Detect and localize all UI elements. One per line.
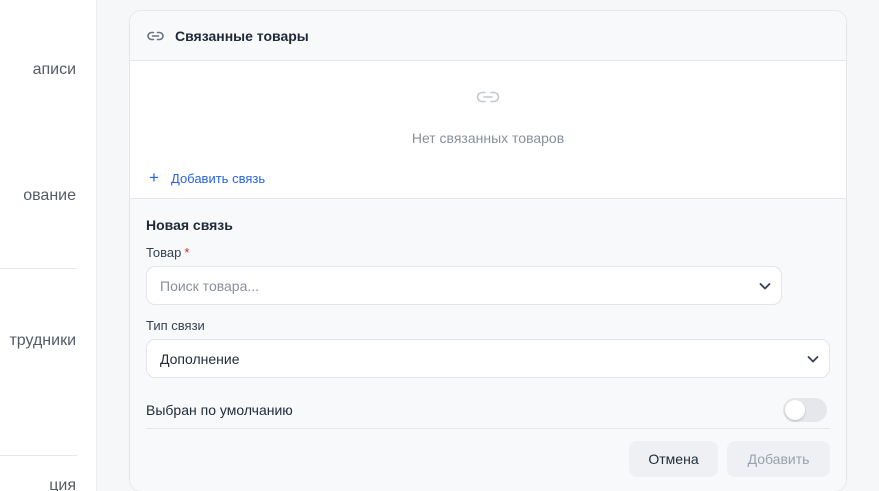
product-field-label: Товар * [146,245,189,260]
required-mark: * [184,245,190,260]
panel-header: Связанные товары [130,11,846,61]
form-divider [146,428,830,429]
panel-title: Связанные товары [175,27,309,44]
sidebar-item-employees[interactable]: трудники [9,332,76,350]
product-search-placeholder: Поиск товара... [160,277,260,294]
new-link-form: Новая связь Товар * Поиск товара... Тип с… [130,198,846,491]
link-type-label: Тип связи [146,318,205,333]
empty-state: Нет связанных товаров + Добавить связь [130,61,846,198]
sidebar-divider [0,455,77,456]
add-link-button[interactable]: + Добавить связь [149,168,266,187]
plus-icon: + [149,168,159,187]
chevron-down-icon [759,283,771,290]
default-toggle[interactable] [783,398,827,422]
sidebar-item-partial[interactable]: ция [49,477,76,491]
related-products-panel: Связанные товары Нет связанных товаров +… [129,10,847,491]
link-icon [147,31,164,40]
sidebar-item-records[interactable]: аписи [33,61,76,79]
add-button[interactable]: Добавить [727,441,830,477]
link-type-select[interactable]: Дополнение [146,339,830,378]
sidebar-item-scheduling[interactable]: ование [23,187,76,205]
cancel-button[interactable]: Отмена [629,441,718,477]
chevron-down-icon [807,356,819,363]
product-search-select[interactable]: Поиск товара... [146,266,782,305]
link-icon [476,91,500,103]
sidebar: аписи ование трудники ция [0,0,97,491]
sidebar-divider [0,268,77,269]
empty-state-text: Нет связанных товаров [411,130,565,146]
product-label-text: Товар [146,245,182,260]
toggle-knob [785,400,805,420]
default-toggle-label: Выбран по умолчанию [146,402,293,418]
link-type-value: Дополнение [160,350,240,367]
add-link-label: Добавить связь [171,170,266,186]
form-title: Новая связь [146,217,233,233]
